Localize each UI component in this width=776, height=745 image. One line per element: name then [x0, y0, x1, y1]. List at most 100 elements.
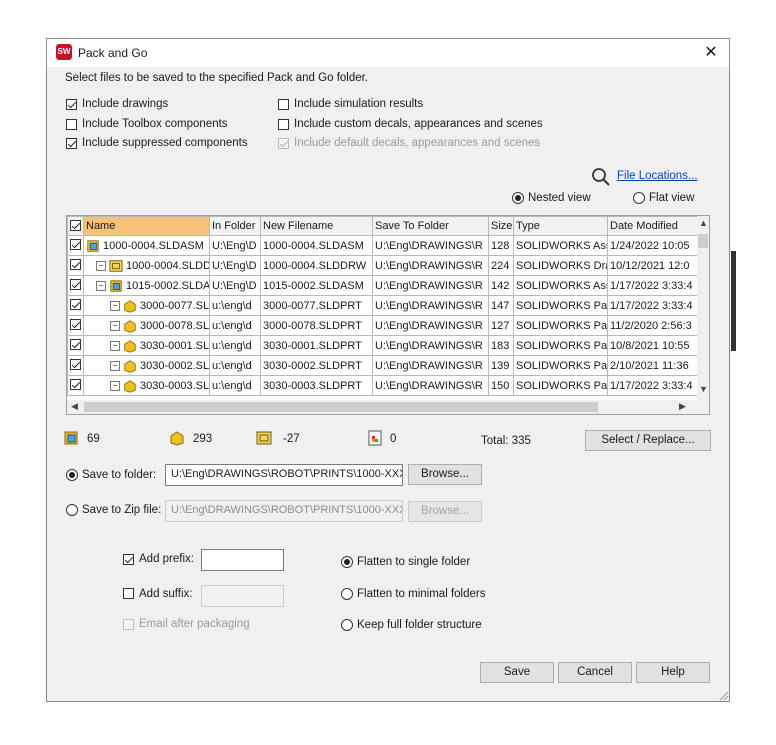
type-cell: SOLIDWORKS Dra [513, 255, 608, 276]
column-header-type[interactable]: Type [513, 216, 608, 236]
tree-collapse-icon[interactable]: − [110, 380, 120, 391]
save-to-folder-cell[interactable]: U:\Eng\DRAWINGS\R [372, 315, 489, 336]
table-row[interactable]: − 3000-0078.SL u:\eng\d 3000-0078.SLDPRT U:\… [67, 315, 700, 336]
row-checkbox-cell[interactable] [67, 295, 84, 316]
include-drawings-checkbox[interactable] [66, 99, 77, 110]
save-to-folder-radio[interactable] [66, 469, 78, 481]
row-checkbox[interactable] [70, 319, 81, 330]
browse-zip-button: Browse... [408, 501, 482, 522]
vertical-scrollbar[interactable]: ▲ ▼ [697, 216, 709, 402]
row-checkbox[interactable] [70, 299, 81, 310]
row-checkbox-cell[interactable] [67, 355, 84, 376]
select-replace-button[interactable]: Select / Replace... [585, 430, 711, 451]
new-filename-cell[interactable]: 1000-0004.SLDDRW [260, 255, 373, 276]
column-header-date-modified[interactable]: Date Modified [607, 216, 700, 236]
file-locations-link[interactable]: File Locations... [617, 170, 698, 182]
magnifier-icon[interactable] [591, 167, 611, 187]
new-filename-cell[interactable]: 3000-0077.SLDPRT [260, 295, 373, 316]
select-all-checkbox[interactable] [70, 220, 81, 231]
save-to-folder-cell[interactable]: U:\Eng\DRAWINGS\R [372, 335, 489, 356]
tree-collapse-icon[interactable]: − [96, 260, 106, 271]
resize-grip-icon[interactable] [717, 689, 729, 701]
date-modified-cell: 1/24/2022 10:05 [607, 235, 700, 256]
new-filename-cell[interactable]: 1015-0002.SLDASM [260, 275, 373, 296]
table-row[interactable]: − 3000-0077.SL u:\eng\d 3000-0077.SLDPRT U:\… [67, 295, 700, 316]
horizontal-scrollbar[interactable]: ◀ ▶ [67, 400, 709, 414]
part-icon [123, 379, 140, 393]
row-checkbox-cell[interactable] [67, 275, 84, 296]
help-button[interactable]: Help [636, 662, 710, 683]
include-toolbox-checkbox[interactable] [66, 119, 77, 130]
include-simulation-checkbox[interactable] [278, 99, 289, 110]
solidworks-logo-icon: SW [56, 44, 72, 60]
save-to-folder-cell[interactable]: U:\Eng\DRAWINGS\R [372, 255, 489, 276]
save-folder-path-input[interactable]: U:\Eng\DRAWINGS\ROBOT\PRINTS\1000-XXX0 [165, 464, 403, 486]
row-checkbox-cell[interactable] [67, 375, 84, 396]
column-header-size[interactable]: Size [488, 216, 514, 236]
tree-collapse-icon[interactable]: − [110, 340, 120, 351]
include-custom-decals-checkbox[interactable] [278, 119, 289, 130]
flatten-single-radio[interactable] [341, 556, 353, 568]
save-to-zip-radio[interactable] [66, 504, 78, 516]
select-all-checkbox-cell[interactable] [67, 216, 84, 236]
row-checkbox-cell[interactable] [67, 335, 84, 356]
table-row[interactable]: − 3030-0001.SL u:\eng\d 3030-0001.SLDPRT U:\… [67, 335, 700, 356]
flatten-minimal-radio[interactable] [341, 588, 353, 600]
nested-view-radio[interactable] [512, 192, 524, 204]
prefix-input[interactable] [201, 549, 284, 571]
new-filename-cell[interactable]: 3030-0002.SLDPRT [260, 355, 373, 376]
browse-folder-button[interactable]: Browse... [408, 464, 482, 485]
column-header-name[interactable]: Name [83, 216, 210, 236]
vertical-scroll-thumb[interactable] [698, 234, 708, 248]
row-checkbox-cell[interactable] [67, 255, 84, 276]
new-filename-cell[interactable]: 1000-0004.SLDASM [260, 235, 373, 256]
table-row[interactable]: − 1000-0004.SLDD U:\Eng\D 1000-0004.SLDDRW U… [67, 255, 700, 276]
tree-collapse-icon[interactable]: − [96, 280, 106, 291]
flat-view-radio[interactable] [633, 192, 645, 204]
scroll-left-icon[interactable]: ◀ [71, 401, 78, 412]
name-cell: − 1015-0002.SLDA [83, 275, 210, 296]
scroll-right-icon[interactable]: ▶ [679, 401, 686, 412]
row-checkbox-cell[interactable] [67, 235, 84, 256]
file-name: 3000-0077.SL [140, 299, 210, 312]
table-row[interactable]: − 3030-0002.SL u:\eng\d 3030-0002.SLDPRT U:\… [67, 355, 700, 376]
tree-collapse-icon[interactable]: − [110, 320, 120, 331]
new-filename-cell[interactable]: 3030-0003.SLDPRT [260, 375, 373, 396]
row-checkbox-cell[interactable] [67, 315, 84, 336]
type-cell: SOLIDWORKS Part [513, 315, 608, 336]
column-header-save-to-folder[interactable]: Save To Folder [372, 216, 489, 236]
part-count-icon [170, 431, 184, 446]
column-header-new-filename[interactable]: New Filename [260, 216, 373, 236]
column-header-in-folder[interactable]: In Folder [209, 216, 261, 236]
save-to-folder-cell[interactable]: U:\Eng\DRAWINGS\R [372, 375, 489, 396]
save-to-folder-cell[interactable]: U:\Eng\DRAWINGS\R [372, 295, 489, 316]
cancel-button[interactable]: Cancel [558, 662, 632, 683]
scroll-down-icon[interactable]: ▼ [699, 384, 708, 394]
horizontal-scroll-thumb[interactable] [84, 402, 598, 412]
tree-collapse-icon[interactable]: − [110, 300, 120, 311]
new-filename-cell[interactable]: 3030-0001.SLDPRT [260, 335, 373, 356]
include-suppressed-checkbox[interactable] [66, 138, 77, 149]
close-button[interactable]: ✕ [701, 43, 721, 63]
row-checkbox[interactable] [70, 339, 81, 350]
tree-collapse-icon[interactable]: − [110, 360, 120, 371]
save-to-folder-cell[interactable]: U:\Eng\DRAWINGS\R [372, 275, 489, 296]
save-button[interactable]: Save [480, 662, 554, 683]
drawing-count-icon [256, 431, 272, 445]
keep-structure-radio[interactable] [341, 619, 353, 631]
scroll-up-icon[interactable]: ▲ [699, 218, 708, 228]
add-suffix-checkbox[interactable] [123, 588, 134, 599]
save-to-folder-cell[interactable]: U:\Eng\DRAWINGS\R [372, 235, 489, 256]
table-row[interactable]: 1000-0004.SLDASM U:\Eng\D 1000-0004.SLDASM… [67, 235, 700, 256]
add-prefix-checkbox[interactable] [123, 554, 134, 565]
row-checkbox[interactable] [70, 259, 81, 270]
table-row[interactable]: − 1015-0002.SLDA U:\Eng\D 1015-0002.SLDASM U… [67, 275, 700, 296]
table-row[interactable]: − 3030-0003.SL u:\eng\d 3030-0003.SLDPRT U:\… [67, 375, 700, 396]
row-checkbox[interactable] [70, 379, 81, 390]
row-checkbox[interactable] [70, 239, 81, 250]
nested-view-label: Nested view [528, 192, 591, 204]
row-checkbox[interactable] [70, 279, 81, 290]
save-to-folder-cell[interactable]: U:\Eng\DRAWINGS\R [372, 355, 489, 376]
new-filename-cell[interactable]: 3000-0078.SLDPRT [260, 315, 373, 336]
row-checkbox[interactable] [70, 359, 81, 370]
